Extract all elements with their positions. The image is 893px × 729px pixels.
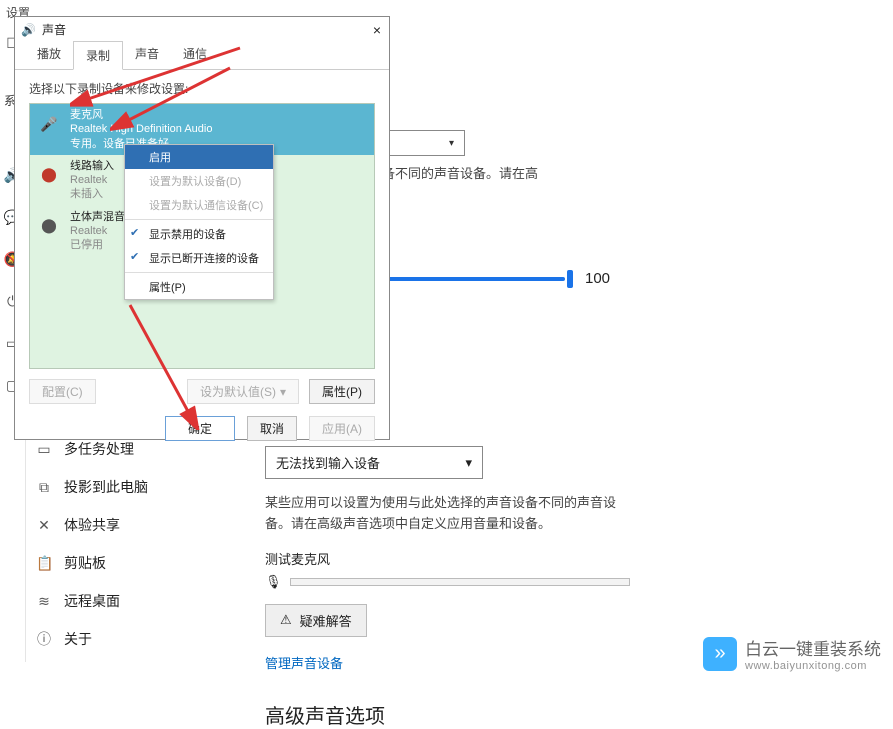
volume-value: 100 bbox=[585, 270, 610, 287]
menu-properties[interactable]: 属性(P) bbox=[125, 275, 273, 299]
device-name: 立体声混音 bbox=[70, 210, 125, 224]
input-device-value: 无法找到输入设备 bbox=[276, 453, 380, 472]
device-driver: Realtek bbox=[70, 173, 114, 187]
share-icon: ✕ bbox=[36, 517, 52, 534]
nav-label: 多任务处理 bbox=[64, 439, 134, 459]
ok-button[interactable]: 确定 bbox=[165, 416, 235, 441]
nav-label: 关于 bbox=[64, 629, 92, 649]
stereo-icon: ⬤ bbox=[38, 210, 60, 242]
cancel-button[interactable]: 取消 bbox=[247, 416, 297, 441]
mic-icon: 🎤 bbox=[38, 108, 60, 140]
menu-show-disabled[interactable]: ✔显示禁用的设备 bbox=[125, 222, 273, 246]
tab-recording[interactable]: 录制 bbox=[73, 41, 123, 70]
device-driver: Realtek bbox=[70, 224, 125, 238]
dialog-ok-row: 确定 取消 应用(A) bbox=[15, 404, 389, 441]
linein-icon: ⬤ bbox=[38, 159, 60, 191]
device-driver: Realtek High Definition Audio bbox=[70, 122, 212, 136]
watermark-url: www.baiyunxitong.com bbox=[745, 660, 881, 672]
tab-comm[interactable]: 通信 bbox=[171, 40, 219, 69]
device-context-menu: 启用 设置为默认设备(D) 设置为默认通信设备(C) ✔显示禁用的设备 ✔显示已… bbox=[124, 144, 274, 300]
nav-clipboard[interactable]: 📋 剪贴板 bbox=[28, 544, 248, 582]
dialog-tabs: 播放 录制 声音 通信 bbox=[15, 40, 389, 70]
settings-nav: ▭ 多任务处理 ⧉ 投影到此电脑 ✕ 体验共享 📋 剪贴板 ≋ 远程桌面 ⓘ 关于 bbox=[28, 430, 248, 658]
dialog-prompt: 选择以下录制设备来修改设置: bbox=[15, 70, 389, 103]
chevron-down-icon: ▾ bbox=[280, 385, 286, 399]
nav-label: 投影到此电脑 bbox=[64, 477, 148, 497]
nav-share[interactable]: ✕ 体验共享 bbox=[28, 506, 248, 544]
project-icon: ⧉ bbox=[36, 479, 52, 496]
nav-about[interactable]: ⓘ 关于 bbox=[28, 620, 248, 658]
nav-label: 远程桌面 bbox=[64, 591, 120, 611]
menu-enable[interactable]: 启用 bbox=[125, 145, 273, 169]
dialog-button-row: 配置(C) 设为默认值(S)▾ 属性(P) bbox=[15, 369, 389, 404]
nav-label: 体验共享 bbox=[64, 515, 120, 535]
properties-button[interactable]: 属性(P) bbox=[309, 379, 375, 404]
watermark: » 白云一键重装系统 www.baiyunxitong.com bbox=[703, 635, 881, 672]
menu-separator bbox=[125, 272, 273, 273]
warning-icon: ⚠ bbox=[280, 612, 292, 628]
check-icon: ✔ bbox=[130, 250, 139, 263]
watermark-title: 白云一键重装系统 bbox=[745, 635, 881, 660]
sound-icon: 🔊 bbox=[21, 23, 36, 37]
chevron-down-icon: ▾ bbox=[465, 455, 472, 471]
slider-thumb[interactable] bbox=[567, 270, 573, 288]
input-section: 无法找到输入设备 ▾ 某些应用可以设置为使用与此处选择的声音设备不同的声音设备。… bbox=[265, 446, 865, 729]
input-device-select[interactable]: 无法找到输入设备 ▾ bbox=[265, 446, 483, 479]
menu-set-default[interactable]: 设置为默认设备(D) bbox=[125, 169, 273, 193]
check-icon: ✔ bbox=[130, 226, 139, 239]
advanced-header: 高级声音选项 bbox=[265, 700, 865, 729]
mic-test-row: 🎙 bbox=[265, 574, 865, 590]
watermark-logo-icon: » bbox=[703, 637, 737, 671]
tab-sounds[interactable]: 声音 bbox=[123, 40, 171, 69]
device-list[interactable]: 🎤 麦克风 Realtek High Definition Audio 专用。设… bbox=[29, 103, 375, 369]
tab-playback[interactable]: 播放 bbox=[25, 40, 73, 69]
menu-separator bbox=[125, 219, 273, 220]
input-hint: 某些应用可以设置为使用与此处选择的声音设备不同的声音设备。请在高级声音选项中自定… bbox=[265, 493, 635, 535]
device-name: 线路输入 bbox=[70, 159, 114, 173]
multitask-icon: ▭ bbox=[36, 441, 52, 458]
mic-level-bar bbox=[290, 578, 630, 586]
clipboard-icon: 📋 bbox=[36, 555, 52, 572]
mic-test-label: 测试麦克风 bbox=[265, 549, 865, 568]
settings-window: 设置 ☐ 系 🔊 💬 🔕 ⏻ ▭ ▢ ▭多任务处理 ⧉投影到此电脑 ✕体验共享 … bbox=[0, 0, 893, 684]
troubleshoot-label: 疑难解答 bbox=[300, 611, 352, 630]
apply-button[interactable]: 应用(A) bbox=[309, 416, 375, 441]
menu-show-disconnected[interactable]: ✔显示已断开连接的设备 bbox=[125, 246, 273, 270]
about-icon: ⓘ bbox=[36, 629, 52, 649]
dialog-title: 声音 bbox=[42, 21, 66, 38]
sound-dialog: 🔊 声音 × 播放 录制 声音 通信 选择以下录制设备来修改设置: 🎤 麦克风 … bbox=[14, 16, 390, 440]
menu-set-comm[interactable]: 设置为默认通信设备(C) bbox=[125, 193, 273, 217]
nav-label: 剪贴板 bbox=[64, 553, 106, 573]
chevron-down-icon: ▾ bbox=[449, 138, 454, 149]
device-status: 已停用 bbox=[70, 238, 125, 252]
troubleshoot-button[interactable]: ⚠ 疑难解答 bbox=[265, 604, 367, 637]
set-default-button[interactable]: 设为默认值(S)▾ bbox=[187, 379, 299, 404]
nav-remote[interactable]: ≋ 远程桌面 bbox=[28, 582, 248, 620]
nav-project[interactable]: ⧉ 投影到此电脑 bbox=[28, 468, 248, 506]
device-status: 未插入 bbox=[70, 187, 114, 201]
device-name: 麦克风 bbox=[70, 108, 212, 122]
microphone-icon: 🎙 bbox=[265, 574, 282, 590]
configure-button[interactable]: 配置(C) bbox=[29, 379, 96, 404]
close-button[interactable]: × bbox=[373, 22, 381, 38]
remote-icon: ≋ bbox=[36, 593, 52, 610]
dialog-titlebar: 🔊 声音 × bbox=[15, 17, 389, 40]
